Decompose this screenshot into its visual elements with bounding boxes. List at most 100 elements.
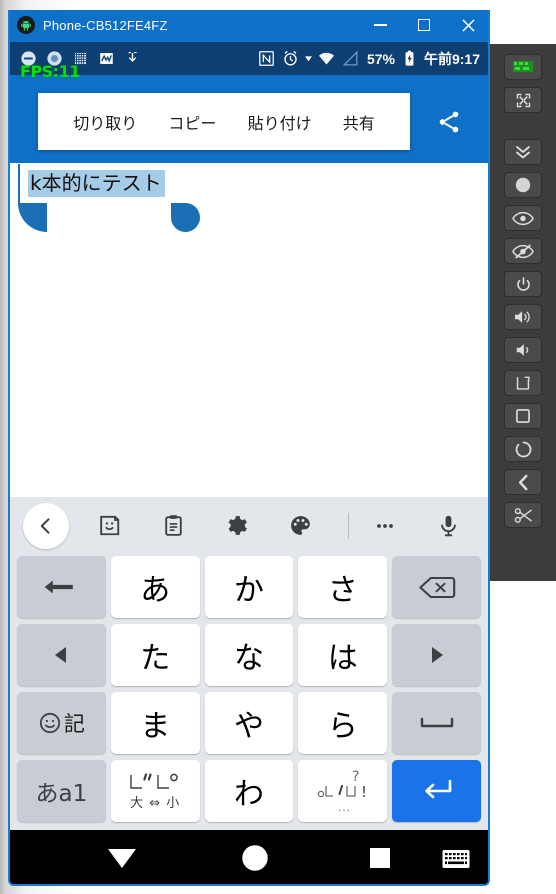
ellipsis-icon (376, 523, 393, 528)
key-input-mode[interactable]: あa1 (17, 760, 106, 822)
graph-activity-icon (99, 52, 114, 65)
cut-button[interactable] (504, 502, 542, 528)
green-app-icon (513, 61, 533, 72)
nav-keyboard-button[interactable] (442, 845, 470, 873)
square-icon (370, 848, 390, 868)
keyboard-back-button[interactable] (20, 500, 72, 552)
back-button[interactable] (504, 469, 542, 495)
maximize-icon (418, 19, 430, 31)
keyboard-icon (442, 850, 470, 868)
power-button[interactable] (504, 271, 542, 297)
volume-down-button[interactable] (504, 337, 542, 363)
key-ra[interactable]: ら (298, 692, 388, 754)
android-status-bar: 57% 午前9:17 (10, 42, 488, 75)
volume-up-icon (515, 311, 530, 323)
key-emoji-symbol-label: 記 (63, 712, 85, 736)
rotate-button[interactable] (504, 370, 542, 396)
show-button[interactable] (504, 205, 542, 231)
selected-text[interactable]: k本的にテスト (28, 170, 165, 197)
selection-handle-end[interactable] (171, 203, 200, 232)
circle-outline-icon (515, 441, 531, 457)
key-dakuten[interactable]: 大 ⇔ 小 (110, 760, 200, 822)
key-ya[interactable]: や (204, 692, 294, 754)
nav-back-button[interactable] (106, 842, 138, 874)
share-button[interactable] (430, 103, 468, 141)
key-input-mode-label: あa1 (35, 781, 88, 807)
window-titlebar[interactable]: Phone-CB512FE4FZ (10, 10, 488, 42)
nav-home-button[interactable] (238, 841, 272, 875)
context-menu-item-paste[interactable]: 貼り付け (246, 106, 314, 138)
backspace-icon (418, 576, 455, 598)
recents-button[interactable] (504, 403, 542, 429)
rotate-icon (516, 376, 530, 390)
scroll-down-button[interactable] (504, 139, 542, 165)
context-menu-item-cut[interactable]: 切り取り (71, 106, 139, 138)
software-keyboard: あ か さ た な は 記 ま や ら あa1 大 ⇔ 小 わ ? ! … (10, 497, 488, 830)
close-button[interactable] (446, 10, 488, 41)
key-na[interactable]: な (204, 624, 294, 686)
dropdown-caret-icon (304, 56, 312, 62)
capture-button[interactable] (504, 172, 542, 198)
voice-input-button[interactable] (422, 500, 474, 552)
alarm-icon (284, 50, 297, 66)
volume-up-button[interactable] (504, 304, 542, 330)
battery-percent-label: 57% (366, 50, 395, 67)
key-ta[interactable]: た (110, 624, 200, 686)
key-sa[interactable]: さ (298, 556, 388, 618)
home-button[interactable] (504, 436, 542, 462)
sticker-icon (100, 515, 120, 536)
chevron-left-icon (40, 517, 50, 534)
app-bar: 切り取り コピー 貼り付け 共有 (10, 75, 488, 163)
key-backspace[interactable] (392, 556, 481, 618)
text-editor-area[interactable]: k本的にテスト (10, 163, 488, 497)
clipboard-button[interactable] (147, 500, 199, 552)
context-menu-item-copy[interactable]: コピー (166, 106, 218, 138)
square-icon (516, 409, 530, 423)
key-ha[interactable]: は (298, 624, 388, 686)
nfc-icon (259, 51, 274, 66)
control-group-main (490, 139, 556, 528)
android-navigation-bar (10, 830, 488, 884)
expand-icon (516, 93, 530, 107)
selection-handle-start[interactable] (18, 203, 47, 232)
battery-charging-icon (405, 50, 414, 66)
key-punctuation[interactable]: ? ! … (298, 760, 388, 822)
editor-line: k本的にテスト (28, 168, 165, 198)
key-a[interactable]: あ (110, 556, 200, 618)
chevron-double-down-icon (516, 146, 530, 159)
punctuation-icon: ? ! … (317, 769, 367, 814)
key-ma[interactable]: ま (110, 692, 200, 754)
key-wa[interactable]: わ (204, 760, 294, 822)
theme-palette-button[interactable] (274, 500, 326, 552)
key-emoji-symbol[interactable]: 記 (17, 692, 106, 754)
key-cursor-right[interactable] (392, 624, 481, 686)
triangle-down-icon (108, 849, 136, 868)
fullscreen-button[interactable] (504, 87, 542, 113)
scissors-icon (514, 507, 532, 523)
key-undo[interactable] (17, 556, 106, 618)
window-title: Phone-CB512FE4FZ (43, 17, 168, 33)
toolbar-divider (347, 512, 349, 539)
device-control-panel (490, 44, 556, 581)
more-options-button[interactable] (359, 500, 411, 552)
status-right-icons: 57% 午前9:17 (257, 42, 480, 75)
arrow-right-icon (431, 647, 443, 663)
app-green-button[interactable] (504, 54, 542, 80)
sticker-button[interactable] (84, 500, 136, 552)
dakuten-glyph (130, 773, 179, 789)
text-selection-context-menu[interactable]: 切り取り コピー 貼り付け 共有 (38, 93, 410, 150)
minimize-button[interactable] (358, 10, 402, 41)
context-menu-item-share[interactable]: 共有 (341, 106, 377, 138)
hide-button[interactable] (504, 238, 542, 264)
keyboard-settings-button[interactable] (211, 500, 263, 552)
key-enter[interactable] (392, 760, 481, 822)
microphone-icon (440, 515, 456, 537)
key-space[interactable] (392, 692, 481, 754)
key-ka[interactable]: か (204, 556, 294, 618)
key-cursor-left[interactable] (17, 624, 106, 686)
maximize-button[interactable] (402, 10, 446, 41)
android-robot-glyph (21, 20, 31, 31)
cell-signal-icon (342, 50, 358, 66)
nav-recents-button[interactable] (368, 846, 392, 870)
dakuten-icon: 大 ⇔ 小 (127, 772, 183, 810)
